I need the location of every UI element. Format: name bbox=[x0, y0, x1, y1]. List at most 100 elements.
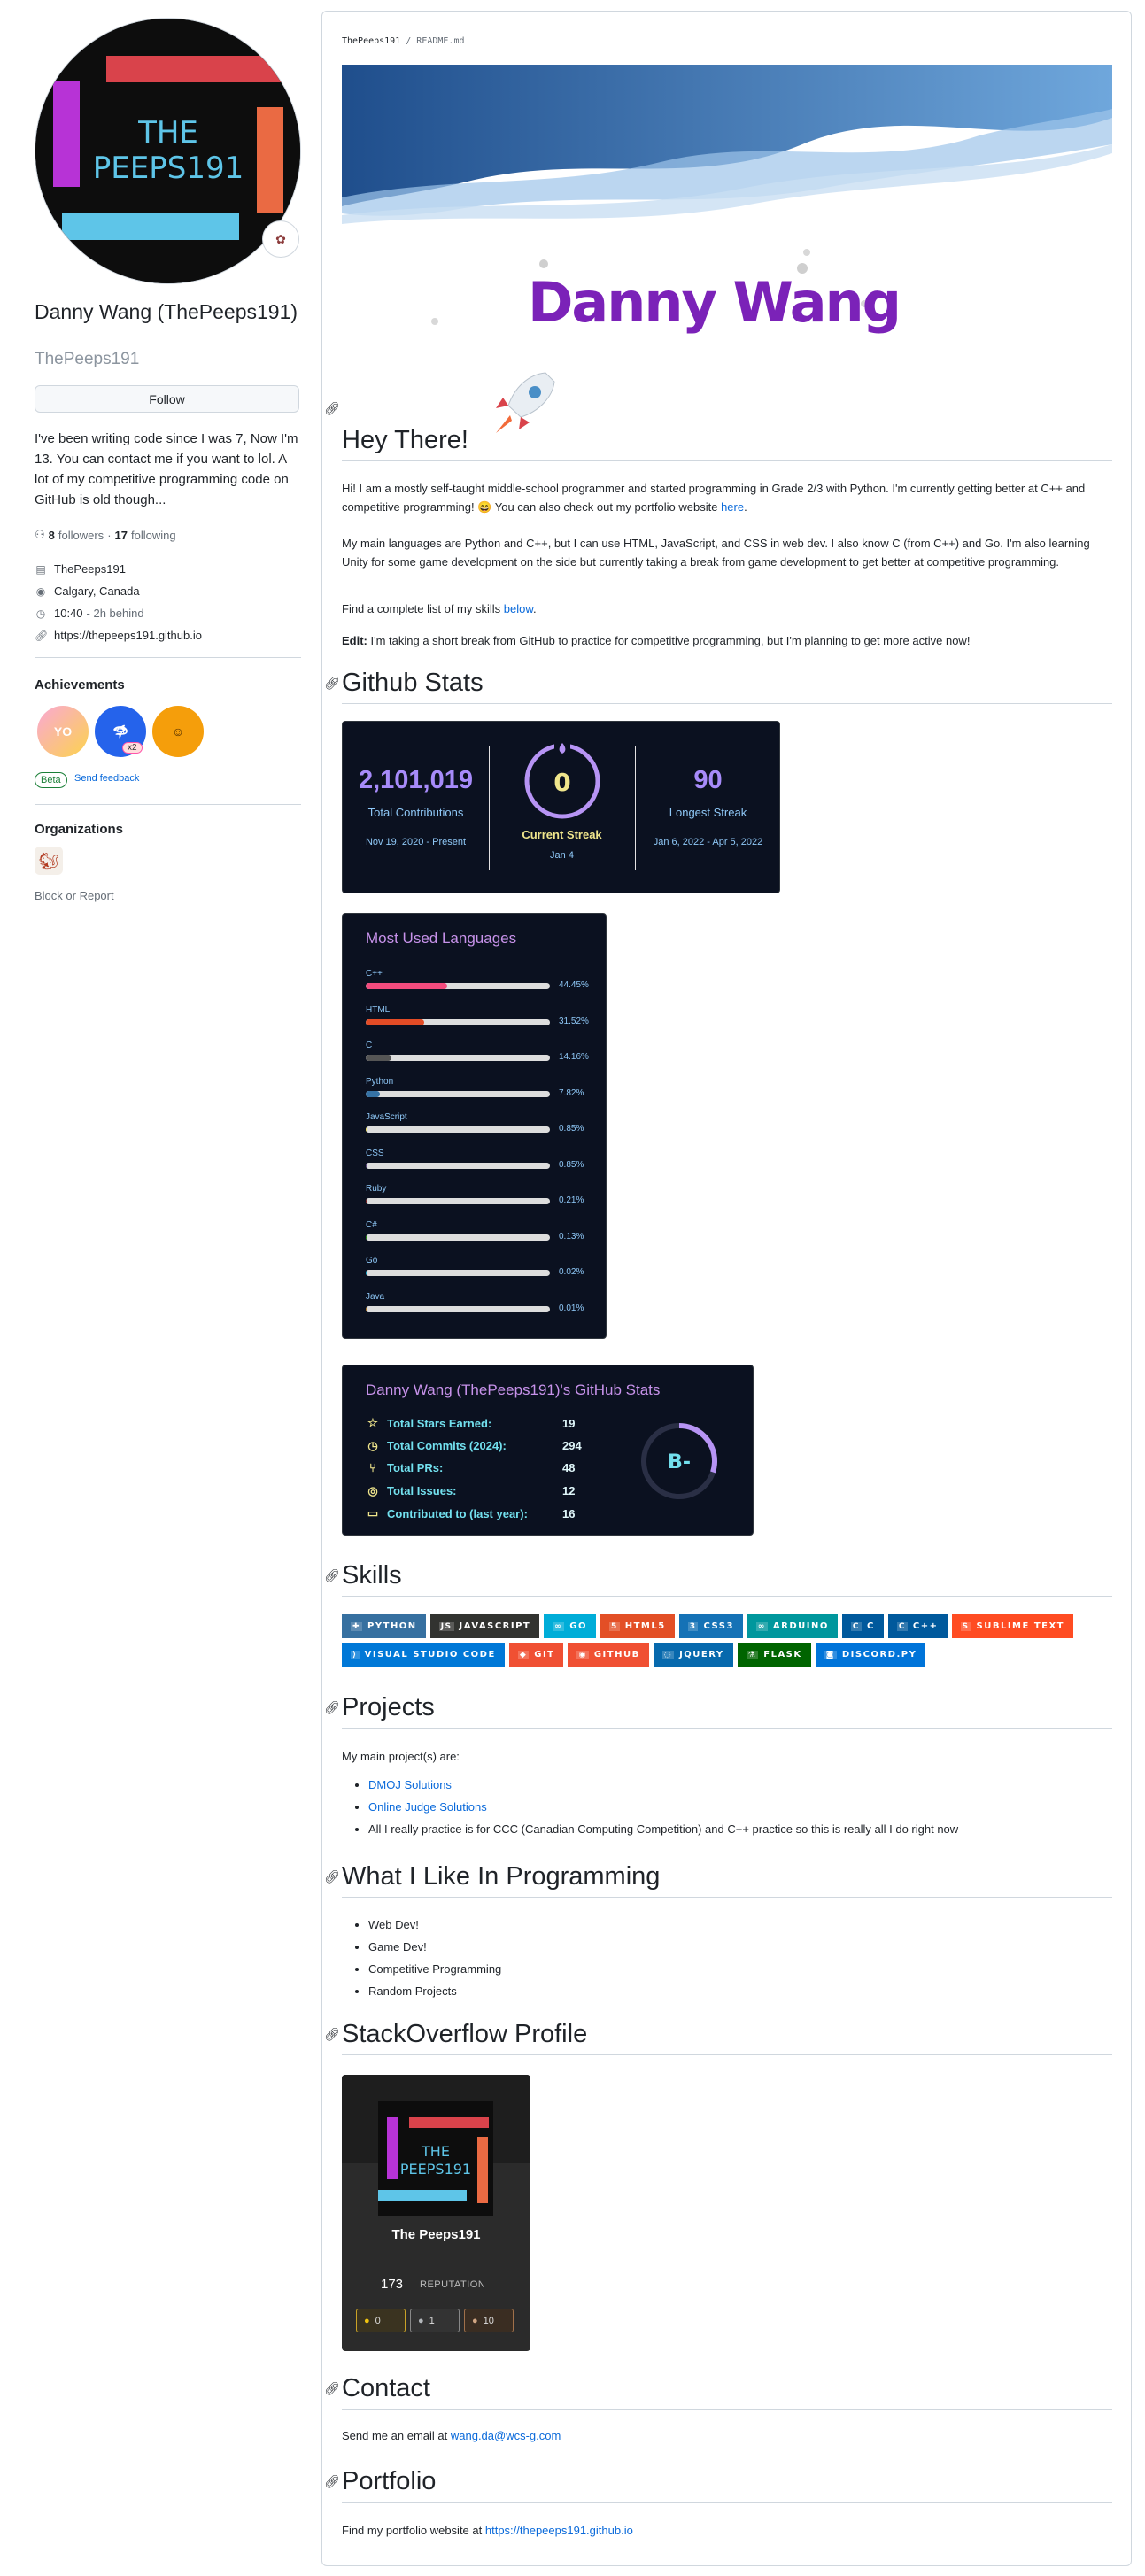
skill-badge: ◉ GITHUB bbox=[568, 1643, 649, 1667]
status-emoji-icon[interactable]: ✿ bbox=[262, 220, 299, 258]
github-stats-card[interactable]: Danny Wang (ThePeeps191)'s GitHub Stats … bbox=[342, 1365, 754, 1536]
achievements-heading[interactable]: Achievements bbox=[35, 677, 125, 692]
language-name: CSS bbox=[366, 1148, 384, 1158]
language-bar bbox=[366, 1234, 550, 1241]
skill-badge: ⟩ VISUAL STUDIO CODE bbox=[342, 1643, 505, 1667]
most-used-languages-card[interactable]: Most Used Languages C++ 44.45% HTML 31.52% C… bbox=[342, 913, 607, 1339]
following-count[interactable]: 17 bbox=[115, 529, 128, 542]
skills-below-link[interactable]: below bbox=[504, 602, 533, 615]
portfolio-link[interactable]: https://thepeeps191.github.io bbox=[485, 2524, 633, 2537]
skill-badge: C C++ bbox=[887, 1614, 948, 1638]
link-icon: 🔗︎ bbox=[35, 629, 49, 642]
skill-label: C++ bbox=[912, 1621, 939, 1631]
breadcrumb-user[interactable]: ThePeeps191 bbox=[342, 36, 400, 46]
svg-text:PEEPS191: PEEPS191 bbox=[400, 2161, 471, 2178]
language-name: Go bbox=[366, 1256, 378, 1265]
anchor-link-icon[interactable]: 🔗︎ bbox=[324, 676, 340, 691]
quickdraw-badge[interactable]: ☺ bbox=[152, 706, 204, 757]
so-reputation: 173 bbox=[381, 2277, 404, 2292]
following-label[interactable]: following bbox=[131, 529, 176, 542]
skill-label: JAVASCRIPT bbox=[459, 1621, 531, 1631]
skill-badge: JS JAVASCRIPT bbox=[429, 1614, 540, 1638]
stat-label: Total Stars Earned: bbox=[387, 1416, 492, 1430]
readme-banner: Danny Wang bbox=[342, 65, 1112, 339]
github-stat-row: ◷ Total Commits (2024): 294 bbox=[366, 1438, 582, 1453]
yolo-badge[interactable]: YO bbox=[37, 706, 89, 757]
pull-request-icon: ⑂ bbox=[369, 1461, 376, 1474]
skill-label: PYTHON bbox=[367, 1621, 417, 1631]
organization-avatar[interactable]: 🐿︎ bbox=[35, 847, 63, 875]
project-link[interactable]: Online Judge Solutions bbox=[368, 1800, 487, 1814]
anchor-link-icon[interactable]: 🔗︎ bbox=[324, 1568, 340, 1583]
skill-label: GIT bbox=[534, 1650, 555, 1659]
stackoverflow-heading: 🔗︎ StackOverflow Profile bbox=[324, 2020, 1112, 2055]
skill-label: SUBLIME TEXT bbox=[976, 1621, 1064, 1631]
follow-button[interactable]: Follow bbox=[35, 385, 299, 413]
like-item: Web Dev! bbox=[368, 1914, 1112, 1936]
skill-label: ARDUINO bbox=[772, 1621, 829, 1631]
portfolio-heading: 🔗︎ Portfolio bbox=[324, 2467, 1112, 2503]
language-percent: 0.13% bbox=[559, 1231, 584, 1242]
send-feedback-link[interactable]: Send feedback bbox=[74, 773, 139, 784]
language-row: Java 0.01% bbox=[366, 1292, 587, 1327]
skill-badge: ◆ GIT bbox=[508, 1643, 564, 1667]
stat-value: 294 bbox=[562, 1439, 582, 1452]
portfolio-here-link[interactable]: here bbox=[721, 500, 744, 514]
stackoverflow-flair[interactable]: THE PEEPS191 The Peeps191 173 REPUTATION… bbox=[342, 2075, 530, 2351]
skill-badge: ◌ JQUERY bbox=[653, 1643, 733, 1667]
go-icon: ∞ bbox=[553, 1621, 565, 1631]
profile-avatar[interactable]: THE PEEPS191 bbox=[35, 18, 301, 284]
github-stats-heading: 🔗︎ Github Stats bbox=[324, 669, 1112, 704]
svg-text:THE: THE bbox=[421, 2143, 450, 2160]
star-icon: ☆ bbox=[367, 1416, 378, 1429]
language-name: HTML bbox=[366, 1004, 391, 1015]
skill-badge: ✚ PYTHON bbox=[342, 1614, 426, 1638]
project-item[interactable]: Online Judge Solutions bbox=[368, 1796, 1112, 1818]
arduino-icon: ∞ bbox=[755, 1621, 768, 1631]
anchor-link-icon[interactable]: 🔗︎ bbox=[324, 1700, 340, 1715]
so-avatar: THE PEEPS191 bbox=[378, 2101, 493, 2216]
language-bar-fill bbox=[366, 1198, 368, 1204]
anchor-link-icon[interactable]: 🔗︎ bbox=[324, 2381, 340, 2396]
anchor-link-icon[interactable]: 🔗︎ bbox=[324, 1869, 340, 1884]
follow-stats: ⚇ 8 followers · 17 following bbox=[35, 528, 176, 542]
website-link[interactable]: https://thepeeps191.github.io bbox=[54, 629, 202, 642]
separator: · bbox=[107, 528, 112, 542]
local-time: 10:40 bbox=[54, 607, 83, 620]
skill-badge: S SUBLIME TEXT bbox=[951, 1614, 1073, 1638]
intro-edit: Edit: I'm taking a short break from GitH… bbox=[342, 634, 971, 647]
project-item[interactable]: DMOJ Solutions bbox=[368, 1774, 1112, 1796]
likes-list: Web Dev!Game Dev!Competitive Programming… bbox=[368, 1914, 1112, 2002]
history-icon: ◷ bbox=[367, 1438, 378, 1452]
language-row: JavaScript 0.85% bbox=[366, 1112, 587, 1148]
language-row: Python 7.82% bbox=[366, 1077, 587, 1112]
anchor-link-icon[interactable]: 🔗︎ bbox=[324, 401, 340, 416]
language-bar-fill bbox=[366, 1018, 424, 1025]
language-bar bbox=[366, 1090, 550, 1097]
language-name: Ruby bbox=[366, 1184, 387, 1194]
so-gold-badges: ● 0 bbox=[356, 2309, 406, 2332]
block-report-link[interactable]: Block or Report bbox=[35, 889, 114, 902]
projects-heading: 🔗︎ Projects bbox=[324, 1693, 1112, 1729]
project-item: All I really practice is for CCC (Canadi… bbox=[368, 1818, 1112, 1840]
anchor-link-icon[interactable]: 🔗︎ bbox=[324, 2474, 340, 2489]
longest-streak: 90 Longest Streak Jan 6, 2022 - Apr 5, 2… bbox=[653, 766, 763, 847]
clock-icon: ◷ bbox=[35, 607, 46, 620]
language-name: C++ bbox=[366, 969, 383, 979]
stat-label: Contributed to (last year): bbox=[387, 1506, 528, 1520]
skills-heading: 🔗︎ Skills bbox=[324, 1561, 1112, 1597]
language-row: C 14.16% bbox=[366, 1040, 589, 1076]
streak-stats-card[interactable]: 2,101,019 Total Contributions Nov 19, 20… bbox=[342, 721, 780, 893]
github-stat-row: ⑂ Total PRs: 48 bbox=[366, 1461, 575, 1474]
stat-value: 12 bbox=[562, 1484, 576, 1497]
stat-value: 48 bbox=[562, 1461, 576, 1474]
likes-heading: 🔗︎ What I Like In Programming bbox=[324, 1862, 1112, 1898]
contact-email-link[interactable]: wang.da@wcs-g.com bbox=[451, 2429, 561, 2442]
anchor-link-icon[interactable]: 🔗︎ bbox=[324, 2027, 340, 2042]
followers-count[interactable]: 8 bbox=[49, 529, 55, 542]
css3-icon: 3 bbox=[687, 1621, 699, 1631]
project-link[interactable]: DMOJ Solutions bbox=[368, 1778, 452, 1791]
readme-breadcrumb: ThePeeps191 / README.md bbox=[342, 36, 465, 46]
followers-label[interactable]: followers bbox=[58, 529, 104, 542]
total-contributions: 2,101,019 Total Contributions Nov 19, 20… bbox=[358, 766, 473, 847]
